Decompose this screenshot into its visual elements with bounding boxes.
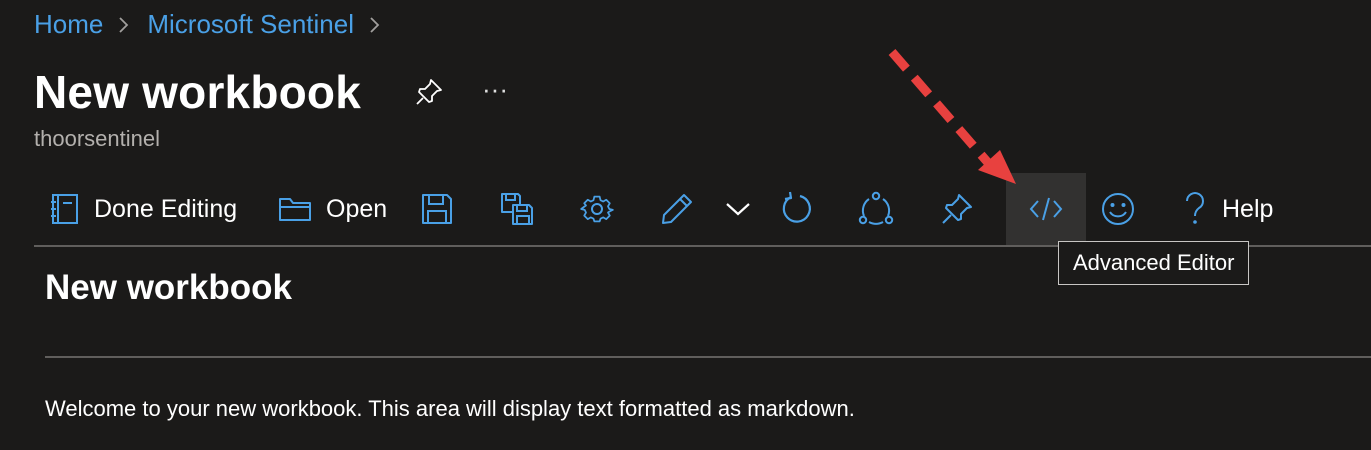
chevron-right-icon — [354, 6, 398, 42]
title-row: New workbook ··· — [34, 62, 508, 122]
breadcrumb-sentinel-link[interactable]: Microsoft Sentinel — [147, 9, 354, 40]
pin-icon[interactable] — [414, 77, 444, 107]
help-button[interactable]: Help — [1182, 173, 1273, 245]
done-editing-button[interactable]: Done Editing — [50, 173, 237, 245]
markdown-heading: New workbook — [45, 268, 292, 307]
edit-button[interactable] — [660, 173, 694, 245]
refresh-icon — [780, 191, 816, 227]
toolbar: Done Editing Open Help — [34, 173, 1371, 247]
advanced-editor-button[interactable] — [1006, 173, 1086, 245]
pin-icon — [940, 192, 974, 226]
page-title: New workbook — [34, 66, 362, 118]
breadcrumb: Home Microsoft Sentinel — [34, 6, 398, 42]
feedback-button[interactable] — [1100, 173, 1136, 245]
open-label: Open — [326, 194, 388, 223]
pin-to-dashboard-button[interactable] — [940, 173, 974, 245]
chevron-down-icon — [724, 199, 752, 219]
gear-icon — [580, 192, 614, 226]
edit-dropdown-button[interactable] — [724, 173, 752, 245]
folder-icon — [278, 195, 312, 223]
save-as-icon — [500, 192, 534, 226]
save-as-button[interactable] — [500, 173, 534, 245]
advanced-editor-tooltip: Advanced Editor — [1058, 241, 1250, 285]
share-button[interactable] — [858, 173, 894, 245]
breadcrumb-home-link[interactable]: Home — [34, 9, 103, 40]
markdown-body-text: Welcome to your new workbook. This area … — [45, 396, 855, 421]
done-editing-label: Done Editing — [94, 194, 238, 223]
divider — [45, 356, 1371, 358]
smiley-icon — [1100, 191, 1136, 227]
workbook-editor-screen: Home Microsoft Sentinel New workbook ···… — [0, 0, 1371, 450]
settings-button[interactable] — [580, 173, 614, 245]
notebook-icon — [50, 192, 80, 226]
share-icon — [858, 191, 894, 227]
chevron-right-icon — [103, 6, 147, 42]
refresh-button[interactable] — [780, 173, 816, 245]
resource-name: thoorsentinel — [34, 126, 160, 151]
open-button[interactable]: Open — [278, 173, 387, 245]
question-icon — [1182, 191, 1208, 227]
save-button[interactable] — [420, 173, 454, 245]
pencil-icon — [660, 192, 694, 226]
code-icon — [1028, 195, 1064, 223]
more-options-button[interactable]: ··· — [480, 74, 510, 104]
save-icon — [420, 192, 454, 226]
help-label: Help — [1222, 194, 1274, 223]
